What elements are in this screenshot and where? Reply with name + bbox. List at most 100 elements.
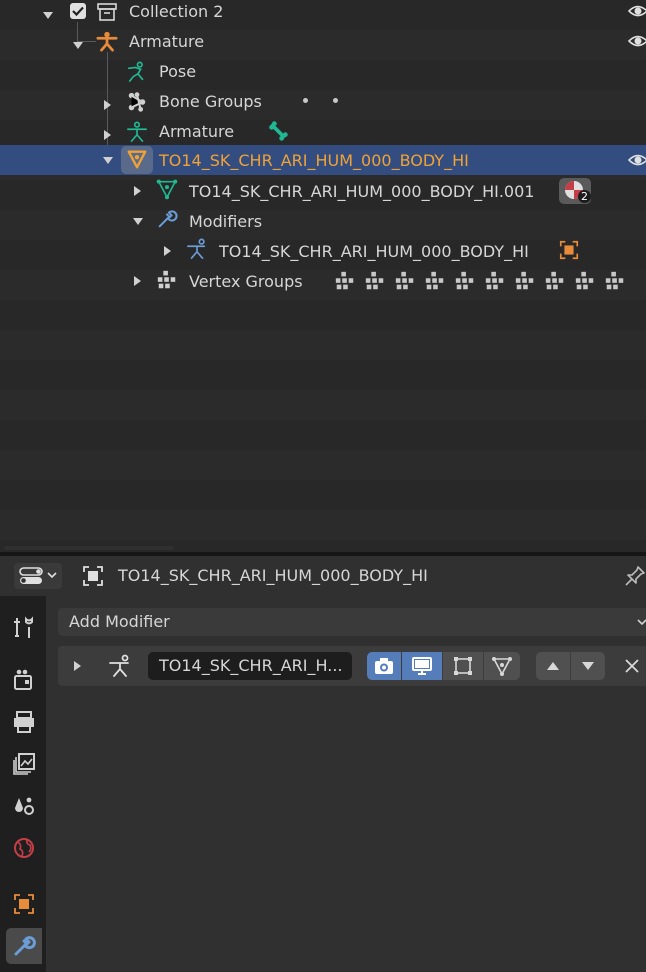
armature-modifier-icon — [109, 654, 129, 677]
outliner-row-label: Armature — [159, 122, 235, 141]
material-icon[interactable]: 2 — [559, 178, 591, 204]
expand-toggle[interactable] — [164, 246, 171, 256]
tab-world[interactable] — [6, 830, 42, 866]
tab-object[interactable] — [6, 886, 42, 922]
pose-icon — [127, 61, 144, 82]
vertex-groups-icon — [157, 270, 176, 289]
vertex-group-item-icon[interactable] — [364, 270, 386, 292]
on-cage-toggle[interactable] — [484, 652, 520, 680]
outliner-row-label: TO14_SK_CHR_ARI_HUM_000_BODY_HI.001 — [189, 182, 535, 201]
object-properties-icon — [14, 894, 34, 914]
show-in-viewport-toggle[interactable] — [402, 652, 442, 680]
expand-toggle[interactable] — [73, 42, 83, 49]
outliner-row-label: Armature — [129, 32, 205, 51]
outliner-row-label: TO14_SK_CHR_ARI_HUM_000_BODY_HI — [219, 242, 529, 261]
arrow-up-icon — [547, 662, 559, 670]
outliner-row-bone-groups[interactable]: Bone Groups — [0, 90, 646, 120]
expand-toggle[interactable] — [104, 100, 111, 110]
collection-box-icon — [97, 3, 117, 21]
vertex-group-item-icon[interactable] — [334, 270, 356, 292]
scrollbar[interactable] — [4, 546, 174, 550]
arrow-down-icon — [582, 662, 594, 670]
outliner-row-mesh-object-selected[interactable]: TO14_SK_CHR_ARI_HUM_000_BODY_HI — [0, 145, 646, 175]
move-down-button[interactable] — [571, 652, 605, 680]
expand-toggle[interactable] — [43, 12, 53, 19]
eye-icon[interactable] — [628, 31, 646, 51]
tab-modifiers[interactable] — [6, 928, 42, 964]
tab-render[interactable] — [6, 662, 42, 698]
dot-indicator — [333, 98, 338, 103]
expand-toggle[interactable] — [134, 186, 141, 196]
tab-scene[interactable] — [6, 788, 42, 824]
view-layer-icon — [13, 753, 35, 775]
expand-toggle[interactable] — [104, 130, 111, 140]
eye-icon[interactable] — [628, 1, 646, 21]
object-target-icon[interactable] — [558, 239, 580, 261]
monitor-icon — [412, 657, 432, 675]
outliner-panel: Collection 2 Armature Pose Bone Groups A… — [0, 0, 646, 552]
close-icon[interactable] — [624, 658, 640, 674]
object-name-label: TO14_SK_CHR_ARI_HUM_000_BODY_HI — [118, 566, 428, 585]
armature-modifier-panel: TO14_SK_CHR_ARI_H... — [58, 646, 646, 686]
armature-modifier-icon — [187, 238, 206, 259]
outliner-row-pose[interactable]: Pose — [0, 60, 646, 90]
vertex-group-item-icon[interactable] — [454, 270, 476, 292]
tab-output[interactable] — [6, 704, 42, 740]
mesh-data-icon — [156, 179, 178, 200]
tab-view-layer[interactable] — [6, 746, 42, 782]
vertex-group-item-icon[interactable] — [484, 270, 506, 292]
modifier-name: TO14_SK_CHR_ARI_H... — [159, 656, 343, 675]
editmode-icon — [454, 657, 472, 675]
properties-main: Add Modifier TO14_SK_CHR_ARI_H... — [46, 596, 646, 972]
scene-icon — [15, 797, 34, 815]
wrench-icon — [14, 936, 36, 956]
properties-tabs — [0, 596, 46, 972]
outliner-row-label: TO14_SK_CHR_ARI_HUM_000_BODY_HI — [159, 151, 469, 170]
tab-tool[interactable] — [6, 610, 42, 646]
outliner-row-label: Vertex Groups — [189, 272, 303, 291]
expand-toggle[interactable] — [134, 276, 141, 286]
vertex-group-item-icon[interactable] — [514, 270, 536, 292]
outliner-row-label: Bone Groups — [159, 92, 262, 111]
editor-type-button[interactable] — [14, 563, 62, 589]
dot-indicator — [303, 98, 308, 103]
outliner-row-mesh-data[interactable]: TO14_SK_CHR_ARI_HUM_000_BODY_HI.001 2 — [0, 176, 646, 206]
add-modifier-dropdown[interactable]: Add Modifier — [58, 608, 646, 636]
modifier-name-field[interactable]: TO14_SK_CHR_ARI_H... — [148, 652, 352, 680]
eye-icon[interactable] — [628, 150, 646, 170]
cage-icon — [492, 657, 512, 676]
output-icon — [14, 711, 34, 733]
pin-icon[interactable] — [624, 565, 646, 587]
wrench-icon — [158, 210, 178, 228]
outliner-row-label: Pose — [159, 62, 197, 81]
world-icon — [14, 838, 34, 858]
camera-icon — [375, 658, 393, 674]
vertex-group-item-icon[interactable] — [544, 270, 566, 292]
object-icon — [83, 566, 103, 586]
armature-icon — [96, 31, 118, 52]
checkbox-icon[interactable] — [70, 3, 86, 19]
armature-data-icon — [127, 121, 147, 142]
expand-toggle[interactable] — [103, 157, 113, 164]
bone-icon[interactable] — [267, 120, 289, 142]
vertex-group-item-icon[interactable] — [574, 270, 596, 292]
outliner-row-modifiers[interactable]: Modifiers — [0, 206, 646, 236]
vertex-group-item-icon[interactable] — [424, 270, 446, 292]
outliner-row-vertex-groups[interactable]: Vertex Groups — [0, 266, 646, 296]
vertex-group-item-icon[interactable] — [604, 270, 626, 292]
show-in-editmode-toggle[interactable] — [443, 652, 483, 680]
outliner-row-armature-modifier[interactable]: TO14_SK_CHR_ARI_HUM_000_BODY_HI — [0, 236, 646, 266]
outliner-row-armature-object[interactable]: Armature — [0, 30, 646, 60]
show-in-render-toggle[interactable] — [367, 652, 401, 680]
vertex-group-item-icon[interactable] — [394, 270, 416, 292]
tool-settings-icon — [14, 616, 33, 638]
add-modifier-label: Add Modifier — [69, 612, 170, 631]
expand-toggle[interactable] — [133, 218, 143, 225]
outliner-row-label: Collection 2 — [129, 2, 224, 21]
bone-groups-icon — [128, 92, 146, 112]
outliner-row-label: Modifiers — [189, 212, 263, 231]
panel-expand-toggle[interactable] — [74, 661, 81, 671]
move-up-button[interactable] — [536, 652, 570, 680]
outliner-row-collection[interactable]: Collection 2 — [0, 0, 646, 30]
properties-editor-icon — [19, 567, 57, 584]
